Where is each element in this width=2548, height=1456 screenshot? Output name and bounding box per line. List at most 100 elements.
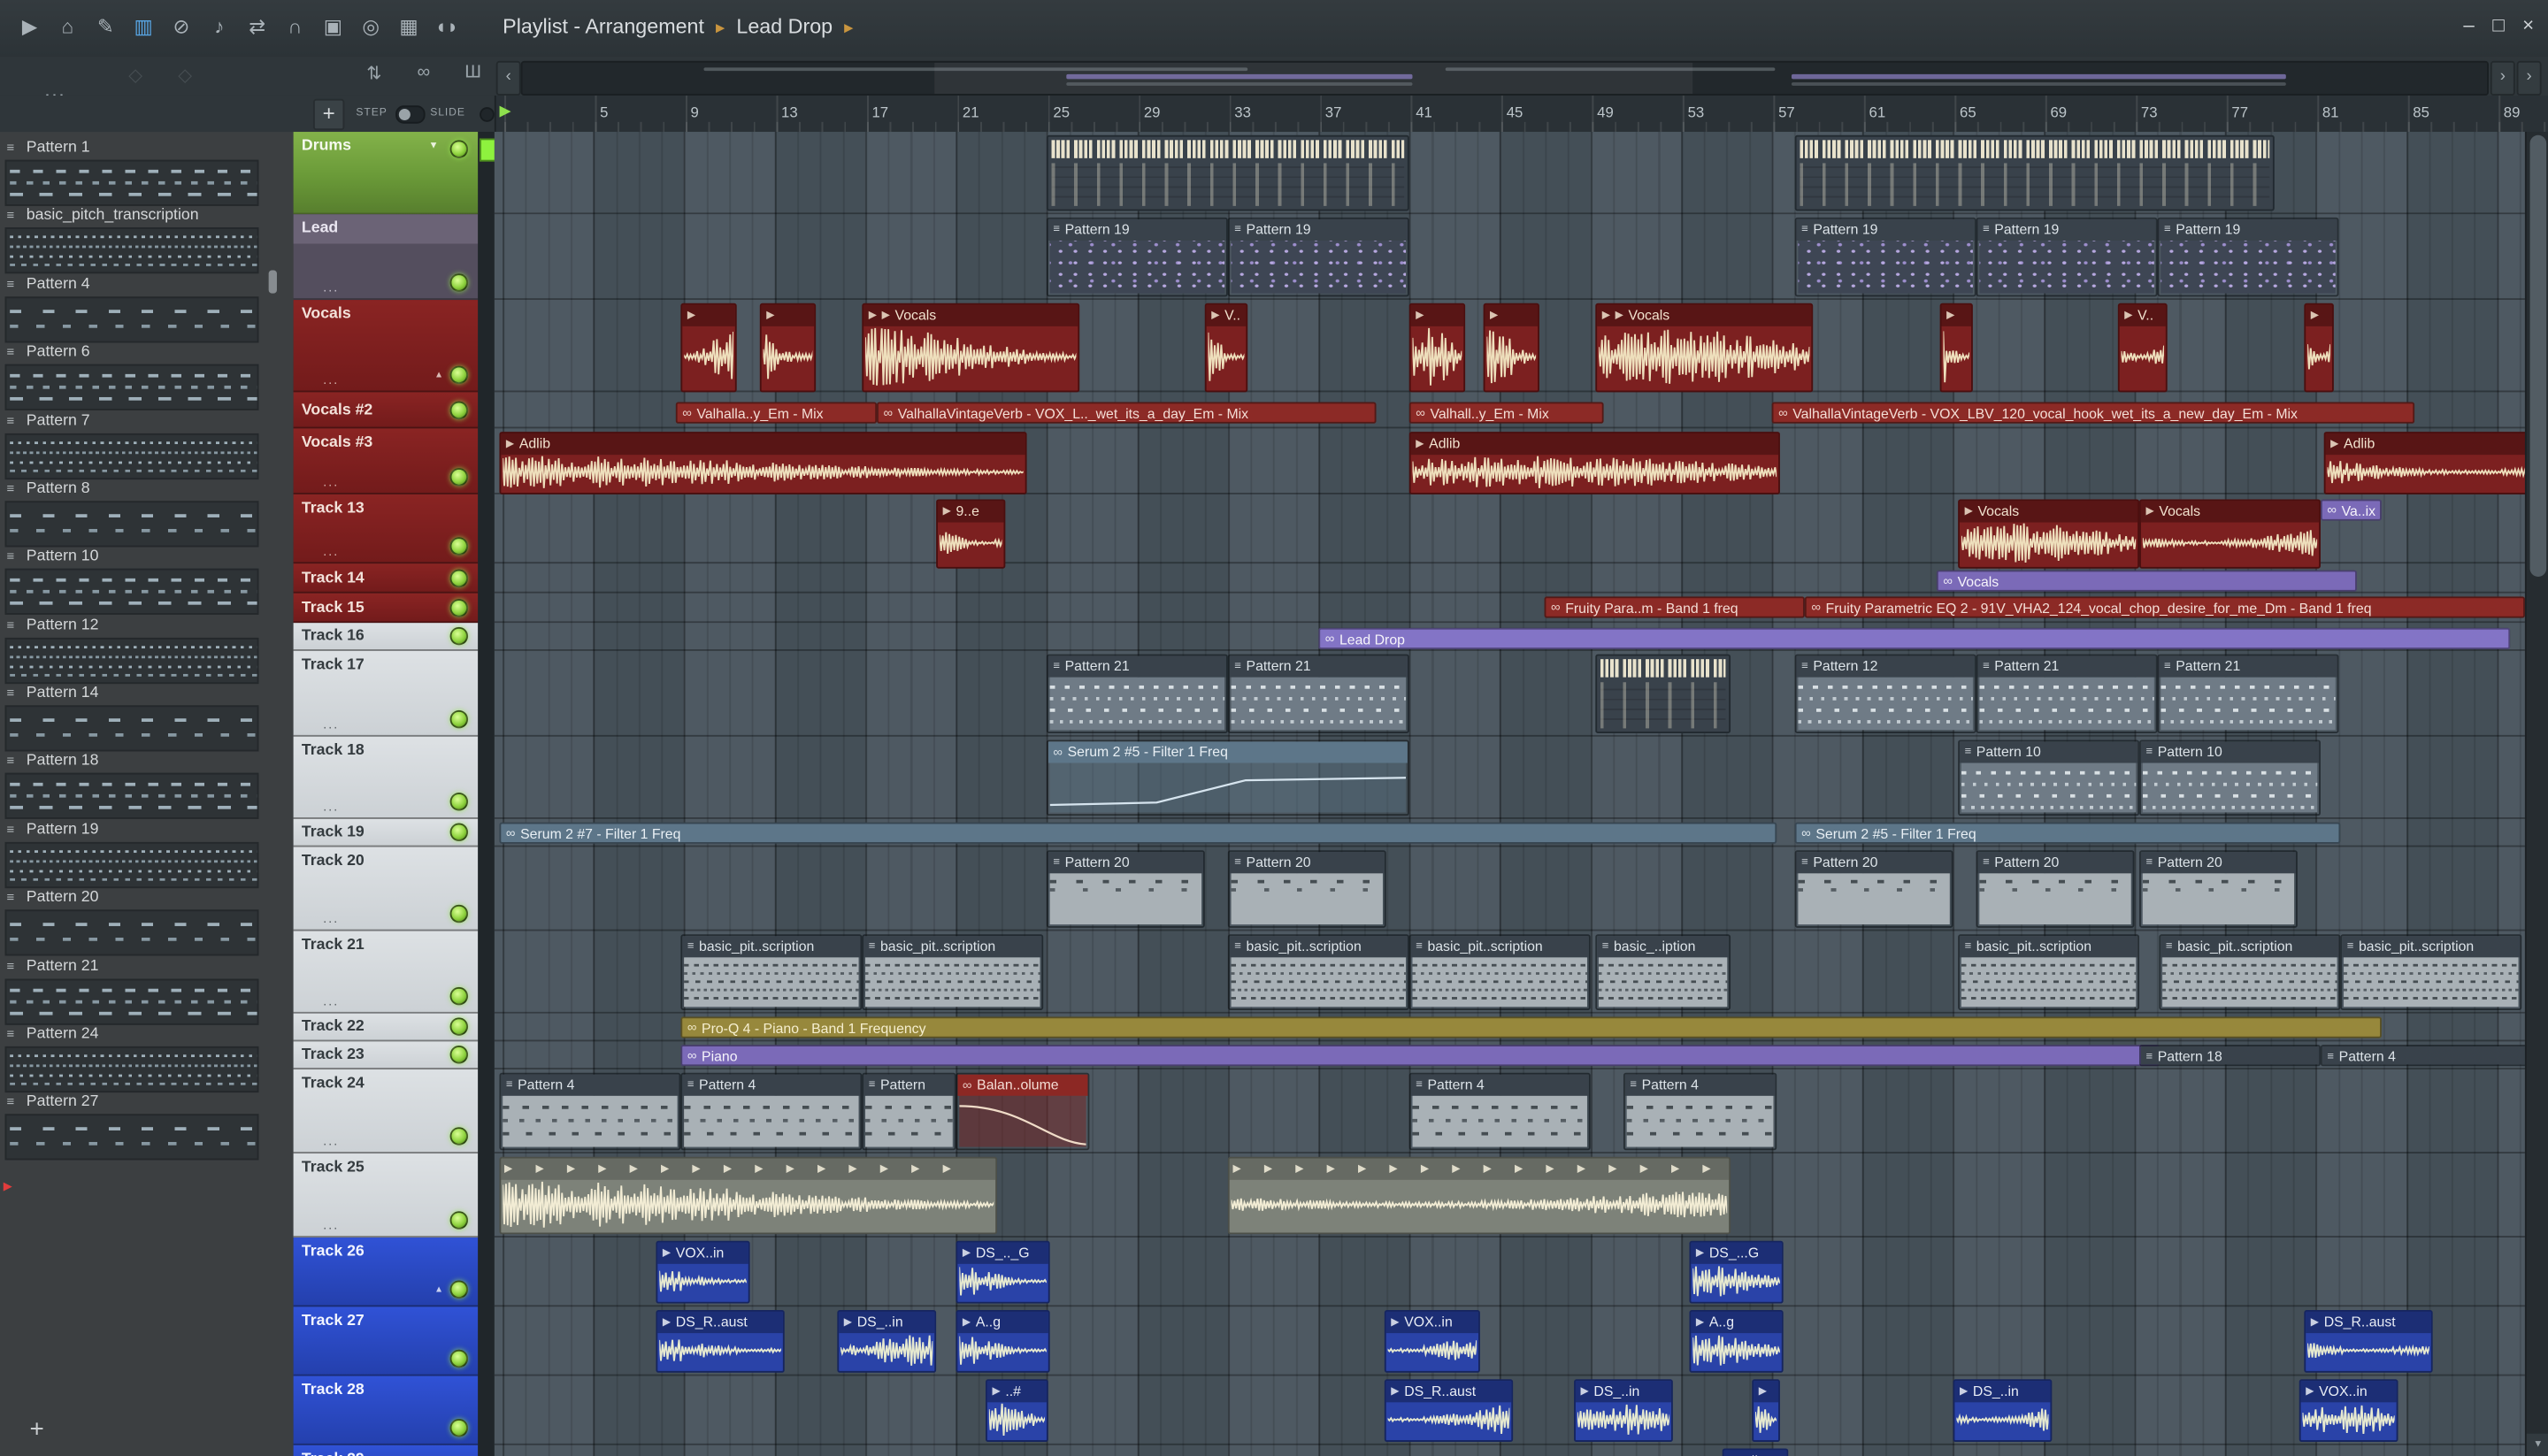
dropdown-arrow-icon[interactable]: ▼ <box>428 142 438 151</box>
clip-balan-olume[interactable]: ∞ Balan..olume <box>956 1072 1090 1151</box>
clip-serum-2-5-filter-1-freq[interactable]: ∞ Serum 2 #5 - Filter 1 Freq <box>1794 822 2341 844</box>
track-header-vocals-2[interactable]: Vocals #2 <box>293 392 479 429</box>
vertical-scrollbar-handle[interactable] <box>2529 134 2547 578</box>
clip-ds-in[interactable]: ▶ DS_..in <box>1953 1379 2053 1443</box>
pattern-list-item[interactable]: ≡ Pattern 10 <box>0 547 294 615</box>
clip-ds-r-aust[interactable]: ▶ DS_R..aust <box>1384 1379 1514 1443</box>
scroll-down-button[interactable]: ▼ <box>2526 1433 2548 1456</box>
track-header-track-17[interactable]: Track 17... <box>293 650 479 737</box>
track-header-track-20[interactable]: Track 20... <box>293 847 479 931</box>
track-header-track-23[interactable]: Track 23 <box>293 1041 479 1070</box>
track-led[interactable] <box>449 468 469 487</box>
pattern-list-item[interactable]: ≡ Pattern 12 <box>0 617 294 685</box>
clip-pattern-4[interactable]: ≡ Pattern 4 <box>2320 1045 2525 1067</box>
clip-piano[interactable]: ∞ Piano <box>680 1045 2160 1067</box>
clip-vocals[interactable]: ▶ ▶ Vocals <box>1595 303 1814 393</box>
clip-vox-in[interactable]: ▶ VOX..in <box>1384 1310 1480 1373</box>
pattern-length-icon[interactable]: Ш <box>458 63 488 82</box>
add-pattern-button[interactable]: + <box>30 1415 44 1444</box>
track-led[interactable] <box>449 793 469 811</box>
pattern-list-item[interactable]: ≡ Pattern 19 <box>0 821 294 889</box>
clip-basic-pit-scription[interactable]: ≡ basic_pit..scription <box>1958 934 2140 1010</box>
pattern-list-item[interactable]: ≡ Pattern 1 <box>0 138 294 206</box>
clip-basic-pit-scription[interactable]: ≡ basic_pit..scription <box>2340 934 2522 1010</box>
clip-pattern-18[interactable]: ≡ Pattern 18 <box>2139 1045 2321 1067</box>
slip-tool-icon[interactable]: ♪ <box>203 15 235 38</box>
pattern-list-item[interactable]: ≡ Pattern 18 <box>0 751 294 819</box>
track-header-vocals-3[interactable]: Vocals #3... <box>293 428 479 494</box>
clip-lead-drop[interactable]: ∞ Lead Drop <box>1318 627 2511 649</box>
clip-pattern-10[interactable]: ≡ Pattern 10 <box>2139 739 2321 816</box>
draw-tool-icon[interactable]: ✎ <box>89 15 122 38</box>
clip-basic-pit-scription[interactable]: ≡ basic_pit..scription <box>680 934 863 1010</box>
clip-pattern-19[interactable]: ≡ Pattern 19 <box>1976 217 2158 297</box>
clip-fruity-para-m-band-1-freq[interactable]: ∞ Fruity Para..m - Band 1 freq <box>1544 596 1805 618</box>
clip-valhallavintageverb-vox-lbv-120-vocal-hook-wet-its-a-new-day-em-mix[interactable]: ∞ ValhallaVintageVerb - VOX_LBV_120_vocal… <box>1771 402 2415 424</box>
clip-basic-pit-scription[interactable]: ≡ basic_pit..scription <box>1408 934 1591 1010</box>
pattern-list-item[interactable]: ≡ Pattern 21 <box>0 957 294 1025</box>
clip-pattern-21[interactable]: ≡ Pattern 21 <box>1046 654 1228 733</box>
clip-vocals[interactable]: ▶ ▶ Vocals <box>862 303 1080 393</box>
track-header-track-16[interactable]: Track 16 <box>293 623 479 651</box>
pattern-list-item[interactable]: ≡ basic_pitch_transcription <box>0 206 294 274</box>
pan-tool-icon[interactable]: ⇄ <box>241 15 273 38</box>
track-header-vocals[interactable]: Vocals... ▲ <box>293 300 479 393</box>
collapse-arrow-icon[interactable]: ▲ <box>434 1285 443 1295</box>
scroll-left-button[interactable]: ‹ <box>495 60 521 96</box>
track-header-track-21[interactable]: Track 21... <box>293 931 479 1014</box>
track-led[interactable] <box>449 626 469 646</box>
track-header-track-24[interactable]: Track 24... <box>293 1069 479 1154</box>
clip-audioblue[interactable]: ▶ <box>1752 1379 1780 1443</box>
track-header-track-25[interactable]: Track 25... <box>293 1153 479 1238</box>
page-subtitle[interactable]: Lead Drop <box>736 15 833 38</box>
swap-icon[interactable]: ⇅ <box>359 63 389 84</box>
minimize-button[interactable]: – <box>2456 13 2483 36</box>
pattern-list-item[interactable]: ≡ Pattern 14 <box>0 684 294 752</box>
clip-vocals[interactable]: ▶ Vocals <box>2139 499 2321 569</box>
clip-valhallavintageverb-vox-l-wet-its-a-day-em-mix[interactable]: ∞ ValhallaVintageVerb - VOX_L.._wet_its_a… <box>877 402 1377 424</box>
track-led[interactable] <box>449 537 469 556</box>
clip-pattern-20[interactable]: ≡ Pattern 20 <box>1227 850 1386 928</box>
clip-pattern[interactable]: ≡ Pattern <box>862 1072 956 1151</box>
clip-vox-in[interactable]: ▶ VOX..in <box>656 1240 750 1304</box>
clip-ds-g[interactable]: ▶ DS_.._G <box>956 1240 1050 1304</box>
clip-chops[interactable]: ▶ ▶ ▶ ▶ ▶ ▶ ▶ ▶ ▶ ▶ ▶ ▶ ▶ ▶ ▶ <box>499 1156 998 1235</box>
track-menu-dots[interactable]: ... <box>323 372 339 387</box>
pattern-list-item[interactable]: ≡ Pattern 27 <box>0 1092 294 1161</box>
track-menu-dots[interactable]: ... <box>323 1218 339 1233</box>
track-led[interactable] <box>449 1127 469 1146</box>
magnet-icon[interactable]: ∩ <box>279 15 311 38</box>
clip-pattern-20[interactable]: ≡ Pattern 20 <box>1976 850 2135 928</box>
track-led[interactable] <box>449 365 469 385</box>
clip-basic-iption[interactable]: ≡ basic_..iption <box>1595 934 1731 1010</box>
clip-pattern-21[interactable]: ≡ Pattern 21 <box>2157 654 2339 733</box>
track-menu-dots[interactable]: ... <box>323 717 339 732</box>
track-led[interactable] <box>449 1349 469 1368</box>
track-header-drums[interactable]: Drums ▼ <box>293 132 479 215</box>
clip-vox-in[interactable]: ▶ VOX..in <box>2299 1379 2398 1443</box>
clip-audio[interactable]: ▶ <box>1939 303 1973 393</box>
track-header-track-28[interactable]: Track 28 <box>293 1376 479 1445</box>
pattern-list-item[interactable]: ≡ Pattern 8 <box>0 479 294 548</box>
track-header-track-29[interactable]: Track 29 <box>293 1445 479 1456</box>
scroll-right-button[interactable]: › <box>2490 60 2515 96</box>
clip-pattern-19[interactable]: ≡ Pattern 19 <box>1046 217 1228 297</box>
playlist-grid[interactable]: ≡ Pattern 19 ≡ Pattern 19 ≡ Pattern 19 ≡ Patter… <box>494 132 2525 1456</box>
pattern-list-item[interactable]: ≡ Pattern 7 <box>0 412 294 480</box>
play-icon[interactable]: ▶ <box>13 15 46 38</box>
clip-ds-in[interactable]: ▶ DS_..in <box>1574 1379 1673 1443</box>
track-led[interactable] <box>449 1017 469 1036</box>
clip-pattern-4[interactable]: ≡ Pattern 4 <box>680 1072 863 1151</box>
speaker-icon[interactable]: ◖◗ <box>430 15 463 38</box>
pattern-list-item[interactable]: ≡ Pattern 4 <box>0 275 294 343</box>
zoom-tool-icon[interactable]: ◎ <box>355 15 388 38</box>
clip-ds-r-aust[interactable]: ▶ DS_R..aust <box>656 1310 785 1373</box>
track-led[interactable] <box>449 904 469 923</box>
track-led[interactable] <box>449 709 469 729</box>
clip-basic-pit-scription[interactable]: ≡ basic_pit..scription <box>1227 934 1409 1010</box>
track-header-track-14[interactable]: Track 14 <box>293 563 479 594</box>
track-led[interactable] <box>449 1046 469 1064</box>
track-header-track-27[interactable]: Track 27 <box>293 1307 479 1376</box>
add-track-button[interactable]: + <box>312 98 345 131</box>
track-led[interactable] <box>449 1280 469 1299</box>
